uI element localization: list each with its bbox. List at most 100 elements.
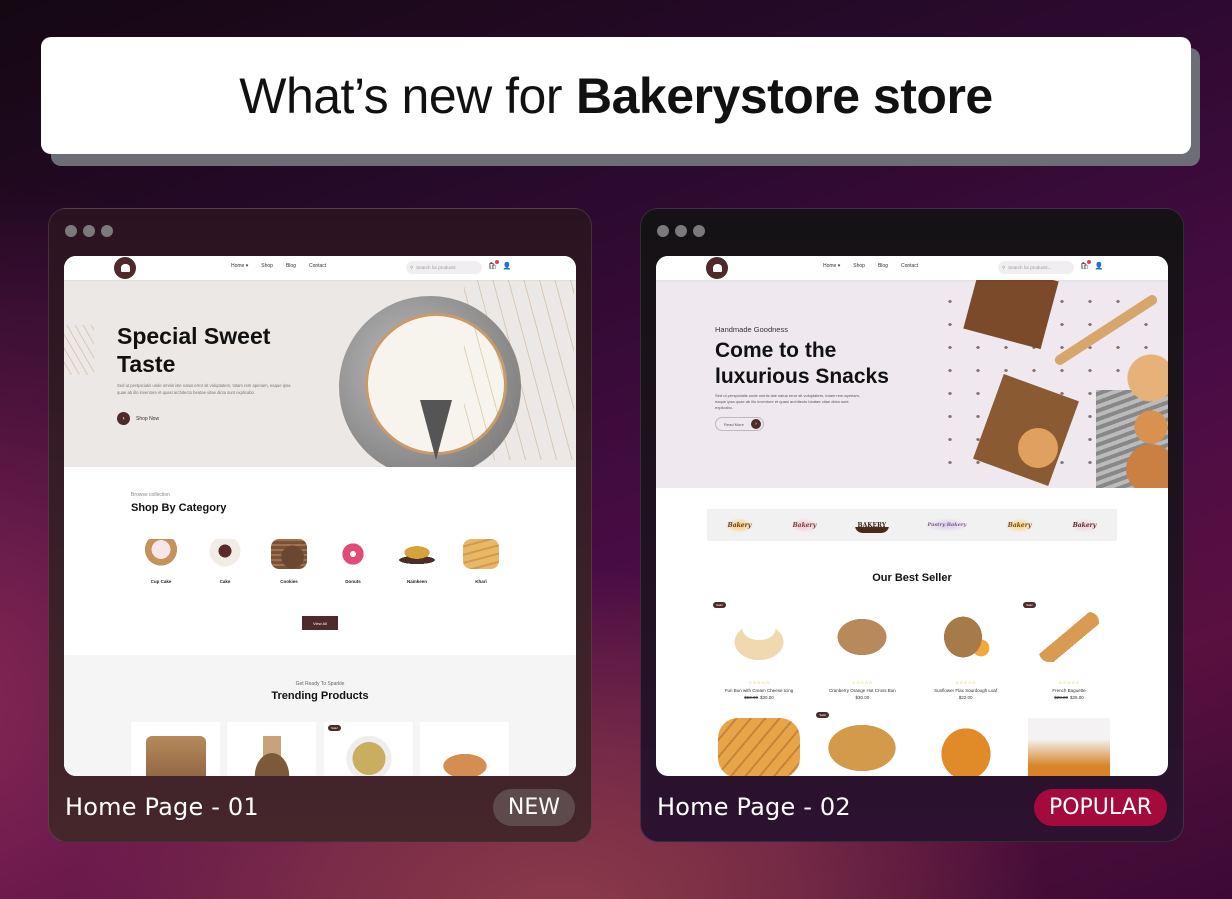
product-card[interactable]: Sale! ☆☆☆☆☆ French Baguette $28.00 $25.00 <box>1019 602 1119 700</box>
hero-paragraph: Sed ut perspiciatis unde omnis iste natu… <box>117 383 291 395</box>
page-headline: What’s new for Bakerystore store <box>41 37 1191 154</box>
category-list: Cup Cake Cake Cookies Donuts Namkeen Kha… <box>131 539 511 584</box>
product-card[interactable] <box>916 712 1016 776</box>
nav-blog[interactable]: Blog <box>286 263 296 269</box>
donut-image <box>335 539 371 569</box>
window-dot-icon <box>657 225 669 237</box>
product-name[interactable]: Fun Bun with Cream Cheese Icing <box>725 688 794 693</box>
product-image <box>924 718 1007 776</box>
brand-logo[interactable]: Bakery <box>724 517 755 533</box>
bun-image <box>1018 428 1058 468</box>
rating-stars: ☆☆☆☆☆ <box>851 680 873 685</box>
namkeen-image <box>399 539 435 569</box>
product-name[interactable]: Sunflower Flax Sourdough Loaf <box>934 688 997 693</box>
cupcake-logo-icon[interactable] <box>114 257 136 279</box>
category-item[interactable]: Cup Cake <box>131 539 191 584</box>
brand-logo[interactable]: Bakery <box>789 517 820 533</box>
cupcake-logo-icon[interactable] <box>706 257 728 279</box>
trending-product-card[interactable] <box>420 722 509 776</box>
hero-title-line1: Come to the <box>715 339 837 362</box>
search-placeholder: Search for products... <box>1008 265 1052 270</box>
trending-product-card[interactable] <box>131 722 220 776</box>
nav-blog[interactable]: Blog <box>878 263 888 269</box>
product-name[interactable]: French Baguette <box>1052 688 1085 693</box>
nav-contact[interactable]: Contact <box>901 263 918 269</box>
product-card[interactable]: Sale! ☆☆☆☆☆ Fun Bun with Cream Cheese Ic… <box>709 602 809 700</box>
card-footer: Home Page - 01 NEW <box>65 787 575 827</box>
hero-banner: Handmade Goodness Come to the luxurious … <box>656 280 1168 488</box>
product-price: $22.00 <box>958 695 973 700</box>
product-card[interactable]: ☆☆☆☆☆ Cranberry Orange Hot Cross Bun $30… <box>812 602 912 700</box>
rating-stars: ☆☆☆☆☆ <box>1058 680 1080 685</box>
brand-logo[interactable]: Bakery <box>1069 517 1100 533</box>
user-icon[interactable]: 👤 <box>1095 262 1104 270</box>
product-card[interactable] <box>1019 712 1119 776</box>
category-label: Cookies <box>280 579 298 584</box>
brand-logo[interactable]: Pastry Bakery <box>924 518 970 532</box>
hero-title-line1: Special Sweet <box>117 323 271 349</box>
product-card[interactable]: Sale! <box>812 712 912 776</box>
home-page-01-preview[interactable]: Home ▾ Shop Blog Contact ⚲ Search for pr… <box>64 256 576 776</box>
product-image <box>435 736 495 776</box>
khari-image <box>463 539 499 569</box>
hero-title: Special Sweet Taste <box>117 322 317 378</box>
nav-icons: 🛍 👤 <box>488 260 512 270</box>
home-page-02-card[interactable]: Home ▾ Shop Blog Contact ⚲ Search for pr… <box>640 208 1184 842</box>
nav-shop[interactable]: Shop <box>261 263 273 269</box>
product-name[interactable]: Cranberry Orange Hot Cross Bun <box>829 688 896 693</box>
nav-links: Home ▾ Shop Blog Contact <box>231 263 326 269</box>
search-placeholder: Search for products <box>416 265 456 270</box>
hero-paragraph: Sed ut perspiciatis unde omnis iste natu… <box>715 393 860 410</box>
rating-stars: ☆☆☆☆☆ <box>748 680 770 685</box>
search-input[interactable]: ⚲ Search for products <box>406 261 482 274</box>
cupcake-image <box>143 539 179 569</box>
window-dot-icon <box>675 225 687 237</box>
home-page-01-card[interactable]: Home ▾ Shop Blog Contact ⚲ Search for pr… <box>48 208 592 842</box>
nav-home[interactable]: Home ▾ <box>231 263 248 269</box>
nav-home[interactable]: Home ▾ <box>823 263 840 269</box>
old-price: $28.00 <box>1054 695 1068 700</box>
brand-logo[interactable]: BAKERY <box>854 517 890 533</box>
read-more-button[interactable]: Read More › <box>715 417 764 431</box>
dried-twigs-image <box>464 280 574 460</box>
category-label: Cup Cake <box>150 579 172 584</box>
nav-contact[interactable]: Contact <box>309 263 326 269</box>
cart-icon[interactable]: 🛍 <box>488 260 499 270</box>
shop-now-button[interactable]: › Shop Now <box>117 412 159 425</box>
product-price: $50.00 $30.00 <box>744 695 774 700</box>
search-icon: ⚲ <box>1002 264 1006 270</box>
headline-prefix: What’s new for <box>239 67 563 124</box>
nav-icons: 🛍 👤 <box>1080 260 1104 270</box>
product-card[interactable]: ☆☆☆☆☆ Sunflower Flax Sourdough Loaf $22.… <box>916 602 1016 700</box>
best-seller-row: Sale! ☆☆☆☆☆ Fun Bun with Cream Cheese Ic… <box>709 602 1119 700</box>
brand-logo[interactable]: Bakery <box>1004 517 1035 533</box>
new-badge: NEW <box>492 788 575 826</box>
user-icon[interactable]: 👤 <box>503 262 512 270</box>
search-input[interactable]: ⚲ Search for products... <box>998 261 1074 274</box>
current-price: $25.00 <box>1069 695 1084 700</box>
cart-icon[interactable]: 🛍 <box>1080 260 1091 270</box>
nav-shop[interactable]: Shop <box>853 263 865 269</box>
headline-brand: Bakerystore store <box>576 67 993 124</box>
trending-product-card[interactable] <box>227 722 316 776</box>
sourdough-loaf-image <box>935 612 996 662</box>
category-item[interactable]: Namkeen <box>387 539 447 584</box>
home-page-02-preview[interactable]: Home ▾ Shop Blog Contact ⚲ Search for pr… <box>656 256 1168 776</box>
category-item[interactable]: Donuts <box>323 539 383 584</box>
cake-slice-cutout <box>420 400 452 460</box>
product-image <box>821 718 904 776</box>
best-seller-row-2: Sale! <box>709 712 1119 776</box>
window-dot-icon <box>101 225 113 237</box>
category-label: Namkeen <box>406 579 427 584</box>
sale-badge: Sale! <box>1022 602 1036 608</box>
product-card[interactable] <box>709 712 809 776</box>
hero-banner: Special Sweet Taste Sed ut perspiciatis … <box>64 280 576 467</box>
window-dot-icon <box>83 225 95 237</box>
cookies-image <box>271 539 307 569</box>
category-item[interactable]: Cookies <box>259 539 319 584</box>
view-all-button[interactable]: View All <box>302 616 338 630</box>
trending-product-card[interactable]: Sale! <box>324 722 413 776</box>
category-item[interactable]: Khari <box>451 539 511 584</box>
product-image <box>718 718 800 776</box>
category-item[interactable]: Cake <box>195 539 255 584</box>
